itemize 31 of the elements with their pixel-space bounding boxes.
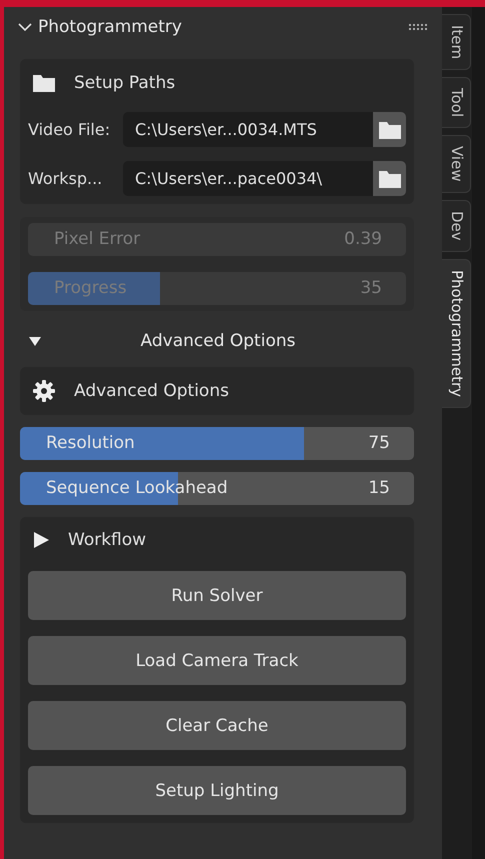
subpanel-title: Advanced Options xyxy=(140,331,296,351)
sidebar-tab[interactable]: Tool xyxy=(442,77,471,128)
sidebar-tab[interactable]: Photogrammetry xyxy=(442,258,471,408)
sidebar-tab[interactable]: View xyxy=(442,135,471,193)
gear-icon xyxy=(32,379,56,403)
status-bar: Pixel Error 0.39 xyxy=(28,223,406,256)
triangle-down-icon[interactable] xyxy=(28,335,42,347)
chevron-icon[interactable] xyxy=(18,22,32,32)
path-field[interactable]: C:\Users\er...pace0034\ xyxy=(123,161,373,196)
status-bar: Progress 35 xyxy=(28,272,406,305)
field-label: Worksp... xyxy=(28,169,104,188)
folder-icon xyxy=(378,168,402,188)
browse-button[interactable] xyxy=(373,161,406,196)
box-title: Workflow xyxy=(68,530,146,550)
action-button[interactable]: Load Camera Track xyxy=(28,636,406,685)
sidebar-tab[interactable]: Item xyxy=(442,14,471,70)
action-button[interactable]: Run Solver xyxy=(28,571,406,620)
browse-button[interactable] xyxy=(373,112,406,147)
field-label: Video File: xyxy=(28,120,112,139)
panel-title: Photogrammetry xyxy=(38,17,183,37)
drag-handle-icon[interactable] xyxy=(408,23,428,31)
play-icon xyxy=(32,531,50,549)
folder-icon xyxy=(32,73,56,93)
path-field[interactable]: C:\Users\er...0034.MTS xyxy=(123,112,373,147)
sidebar-tab[interactable]: Dev xyxy=(442,200,471,252)
folder-icon xyxy=(378,120,402,140)
box-title: Advanced Options xyxy=(74,381,229,401)
box-title: Setup Paths xyxy=(74,73,176,93)
slider[interactable]: Resolution 75 xyxy=(20,427,414,460)
action-button[interactable]: Setup Lighting xyxy=(28,766,406,815)
action-button[interactable]: Clear Cache xyxy=(28,701,406,750)
